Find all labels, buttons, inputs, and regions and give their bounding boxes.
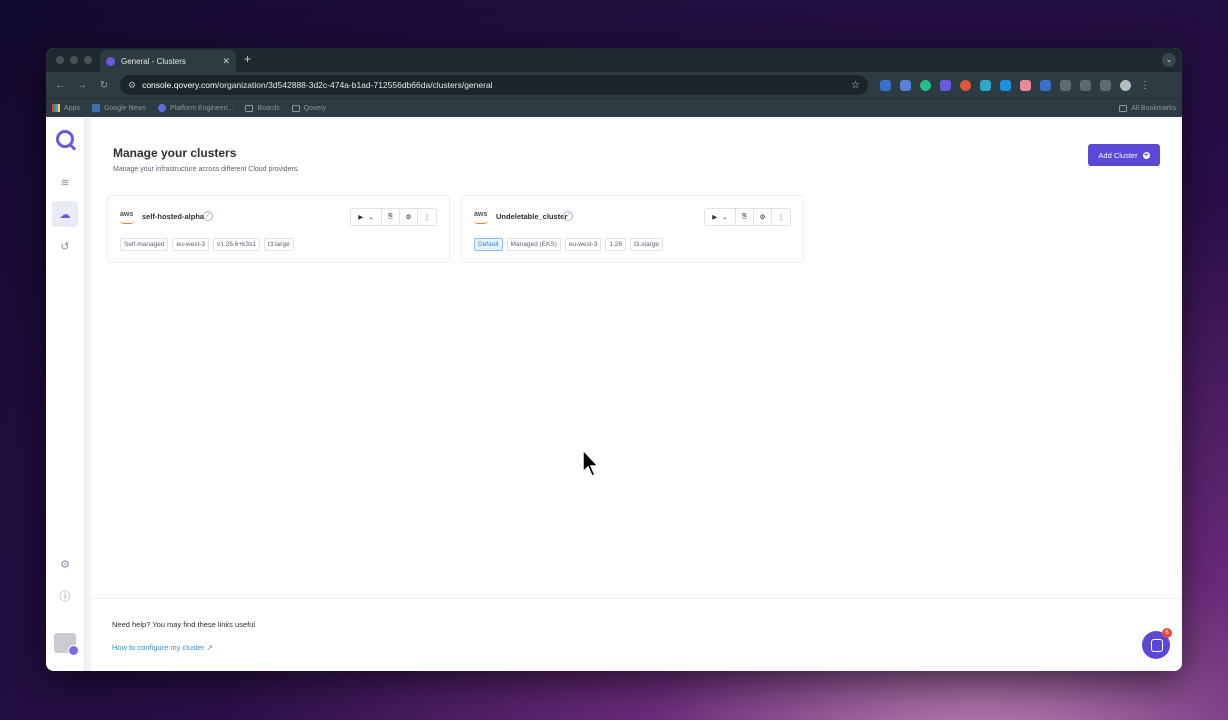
chevron-down-icon: ⌄ — [722, 214, 728, 221]
cluster-card[interactable]: aws Undeletable_cluster ✓ ▶ ⌄ ⎘ ⚙ ⋮ Defa… — [461, 195, 804, 263]
cluster-name: self-hosted-alpha — [142, 212, 205, 221]
extensions-bar: ⋮ — [880, 79, 1150, 91]
url-text[interactable]: console.qovery.com/organization/3d542888… — [142, 80, 845, 90]
all-bookmarks[interactable]: All Bookmarks — [1119, 104, 1176, 112]
logs-icon[interactable]: ⎘ — [736, 209, 754, 225]
cluster-actions: ▶ ⌄ ⎘ ⚙ ⋮ — [350, 208, 437, 226]
help-title: Need help? You may find these links usef… — [112, 620, 256, 629]
tag-type: Self-managed — [120, 238, 169, 251]
info-icon[interactable]: ⓘ — [52, 583, 78, 609]
back-icon[interactable]: ← — [54, 80, 66, 91]
forward-icon[interactable]: → — [76, 80, 88, 91]
aws-logo-icon: aws — [120, 211, 135, 224]
plus-circle-icon: + — [1142, 151, 1150, 159]
cluster-settings-icon[interactable]: ⚙ — [400, 209, 418, 225]
extension-icon[interactable] — [960, 79, 971, 91]
browser-toolbar: ← → ↻ ⚙ console.qovery.com/organization/… — [46, 72, 1182, 98]
site-icon — [158, 104, 166, 112]
folder-icon — [291, 104, 300, 112]
audit-history-icon[interactable]: ↺ — [52, 233, 78, 259]
bookmark-google-news[interactable]: Google News — [91, 104, 146, 112]
tag-type: Managed (EKS) — [506, 238, 561, 251]
deploy-play-button[interactable]: ▶ ⌄ — [351, 209, 382, 225]
bookmark-star-icon[interactable]: ☆ — [851, 80, 860, 91]
apps-grid-icon — [52, 104, 60, 112]
page-title: Manage your clusters — [113, 146, 237, 160]
address-bar[interactable]: ⚙ console.qovery.com/organization/3d5428… — [120, 75, 868, 95]
mouse-pointer-icon — [582, 449, 600, 477]
site-info-icon[interactable]: ⚙ — [128, 80, 136, 91]
reload-icon[interactable]: ↻ — [98, 80, 110, 91]
tag-default: Default — [474, 238, 503, 251]
browser-menu-icon[interactable]: ⋮ — [1140, 80, 1150, 91]
tab-title: General - Clusters — [121, 56, 186, 66]
profile-avatar[interactable] — [1120, 79, 1131, 91]
chevron-down-icon: ⌄ — [368, 214, 374, 221]
cluster-tags: Self-managed eu-west-3 v1.26.6+k3s1 t3.l… — [120, 238, 294, 251]
close-tab-icon[interactable]: ✕ — [222, 56, 230, 67]
status-check-icon: ✓ — [203, 211, 213, 221]
bookmarks-bar: Apps Google News Platform Engineeri... B… — [46, 98, 1182, 117]
logs-icon[interactable]: ⎘ — [382, 209, 400, 225]
tag-region: eu-west-3 — [564, 238, 602, 251]
add-cluster-button[interactable]: Add Cluster + — [1088, 144, 1160, 166]
cluster-actions: ▶ ⌄ ⎘ ⚙ ⋮ — [704, 208, 791, 226]
qovery-console: ≋ ☁ ↺ ⚙ ⓘ Manage your clusters Manage yo… — [46, 118, 1182, 671]
puzzle-icon[interactable] — [1060, 79, 1071, 91]
bookmark-qovery[interactable]: Qovery — [291, 104, 326, 112]
tab-search-icon[interactable]: ⌄ — [1162, 53, 1176, 67]
clusters-cloud-icon[interactable]: ☁ — [52, 201, 78, 227]
status-check-icon: ✓ — [563, 211, 573, 221]
extension-icon[interactable] — [900, 79, 911, 91]
extension-icon[interactable] — [920, 79, 931, 91]
environments-layers-icon[interactable]: ≋ — [52, 169, 78, 195]
extension-icon[interactable] — [1000, 79, 1011, 91]
tag-version: v1.26.6+k3s1 — [213, 238, 260, 251]
cluster-settings-icon[interactable]: ⚙ — [754, 209, 772, 225]
new-tab-icon[interactable]: + — [244, 52, 251, 66]
help-section: Need help? You may find these links usef… — [91, 598, 1182, 671]
external-link-icon: ↗ — [206, 643, 213, 652]
help-link[interactable]: How to configure my cluster ↗ — [112, 643, 213, 652]
chat-support-button[interactable]: 6 — [1142, 628, 1172, 659]
qovery-favicon-icon — [106, 56, 115, 66]
more-menu-icon[interactable]: ⋮ — [772, 209, 790, 225]
extension-icon[interactable] — [1040, 79, 1051, 91]
tag-region: eu-west-3 — [172, 238, 210, 251]
folder-icon — [245, 104, 254, 112]
extension-icon[interactable] — [980, 79, 991, 91]
news-icon — [91, 104, 100, 112]
user-avatar[interactable] — [54, 633, 79, 656]
settings-gear-icon[interactable]: ⚙ — [52, 551, 78, 577]
page-subtitle: Manage your infrastructure across differ… — [113, 166, 300, 173]
tag-instance: t3.large — [263, 238, 294, 251]
notification-badge: 6 — [1162, 628, 1172, 638]
bookmark-apps[interactable]: Apps — [52, 104, 80, 112]
aws-logo-icon: aws — [474, 211, 489, 224]
cluster-card[interactable]: aws self-hosted-alpha ✓ ▶ ⌄ ⎘ ⚙ ⋮ Self-m… — [107, 195, 450, 263]
bookmark-boards[interactable]: Boards — [245, 104, 280, 112]
download-icon[interactable] — [1080, 79, 1091, 91]
cluster-name: Undeletable_cluster — [496, 212, 568, 221]
side-panel-icon[interactable] — [1100, 79, 1111, 91]
tag-instance: t3.xlarge — [630, 238, 663, 251]
cluster-tags: Default Managed (EKS) eu-west-3 1.26 t3.… — [474, 238, 663, 251]
extension-icon[interactable] — [880, 79, 891, 91]
more-menu-icon[interactable]: ⋮ — [418, 209, 436, 225]
tag-version: 1.26 — [605, 238, 627, 251]
add-cluster-label: Add Cluster — [1098, 150, 1138, 160]
tab-strip: General - Clusters ✕ + ⌄ — [46, 48, 1182, 72]
deploy-play-button[interactable]: ▶ ⌄ — [705, 209, 736, 225]
clusters-page: Manage your clusters Manage your infrast… — [91, 118, 1182, 671]
qovery-logo-icon[interactable] — [56, 130, 74, 148]
sidebar: ≋ ☁ ↺ ⚙ ⓘ — [46, 118, 85, 671]
extension-icon[interactable] — [940, 79, 951, 91]
bookmark-platform-engineering[interactable]: Platform Engineeri... — [158, 104, 233, 112]
tab-clusters[interactable]: General - Clusters ✕ — [100, 50, 236, 72]
browser-window: General - Clusters ✕ + ⌄ ← → ↻ ⚙ console… — [46, 48, 1182, 671]
window-controls[interactable] — [56, 56, 92, 64]
folder-icon — [1119, 104, 1128, 112]
extension-icon[interactable] — [1020, 79, 1031, 91]
